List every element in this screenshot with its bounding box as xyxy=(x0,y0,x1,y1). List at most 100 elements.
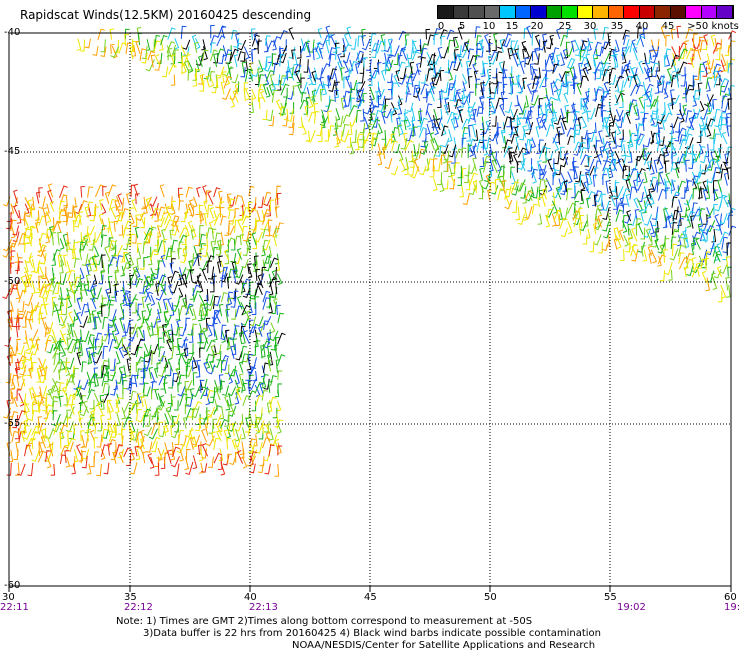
wind-barb xyxy=(727,63,733,74)
wind-barb xyxy=(335,47,341,60)
wind-barb xyxy=(505,195,511,207)
wind-barb xyxy=(274,74,281,86)
wind-barb xyxy=(726,113,731,124)
wind-barb xyxy=(713,167,720,180)
wind-barb xyxy=(466,68,472,82)
wind-barb xyxy=(405,115,412,128)
wind-barb xyxy=(159,184,165,198)
wind-barb xyxy=(524,45,530,59)
wind-barb xyxy=(677,199,683,213)
wind-barb xyxy=(59,238,65,250)
wind-barb xyxy=(608,144,614,158)
wind-barb xyxy=(10,250,16,261)
wind-barb xyxy=(545,177,553,192)
wind-barb xyxy=(220,273,228,283)
wind-barb xyxy=(437,172,443,186)
wind-barb xyxy=(15,441,20,456)
wind-barb xyxy=(87,186,94,198)
wind-barb xyxy=(234,235,241,247)
wind-barb xyxy=(115,351,121,365)
wind-barb xyxy=(695,237,701,250)
wind-barb xyxy=(59,413,68,425)
wind-barb xyxy=(258,59,264,73)
wind-barb xyxy=(459,185,464,198)
wind-barb xyxy=(80,303,89,317)
wind-barb xyxy=(522,77,527,89)
wind-barb xyxy=(282,115,288,127)
wind-barb xyxy=(178,429,185,443)
wind-barb xyxy=(298,116,304,128)
wind-barb xyxy=(613,199,618,210)
wind-barb xyxy=(79,315,88,328)
wind-barb xyxy=(226,276,232,289)
wind-barb xyxy=(255,219,261,233)
wind-barb xyxy=(270,322,276,334)
wind-barb xyxy=(659,270,666,282)
wind-barb xyxy=(193,245,199,259)
wind-barb xyxy=(154,462,160,476)
wind-barb xyxy=(192,455,198,470)
wind-barb xyxy=(560,227,568,238)
wind-barb xyxy=(24,336,31,352)
wind-barb xyxy=(145,441,153,453)
wind-barb xyxy=(671,144,678,157)
wind-barb xyxy=(272,53,281,66)
wind-barb xyxy=(587,171,593,186)
wind-barb xyxy=(268,302,273,314)
wind-barb xyxy=(153,367,159,379)
wind-barb xyxy=(262,424,267,435)
wind-barb xyxy=(52,410,58,421)
wind-barb xyxy=(157,326,163,338)
wind-barb xyxy=(131,231,138,244)
wind-barb xyxy=(209,71,216,82)
wind-barb xyxy=(12,315,18,328)
wind-barb xyxy=(141,296,147,309)
wind-barb xyxy=(587,108,596,120)
wind-barb xyxy=(250,357,257,369)
wind-barb xyxy=(279,29,288,40)
wind-barb xyxy=(167,393,173,405)
wind-barb xyxy=(62,386,69,400)
wind-barb xyxy=(553,115,562,125)
wind-barb xyxy=(390,165,399,176)
wind-barb xyxy=(671,222,678,236)
wind-barb xyxy=(185,461,194,476)
wind-barb xyxy=(637,221,644,235)
wind-barb xyxy=(427,34,435,46)
wind-barb xyxy=(422,88,428,99)
wind-barb xyxy=(264,463,271,475)
wind-barb xyxy=(129,462,138,475)
wind-barb xyxy=(96,434,103,448)
wind-barb xyxy=(292,85,298,96)
wind-barb xyxy=(32,362,37,372)
wind-barb xyxy=(622,214,628,229)
wind-barb xyxy=(229,455,237,466)
wind-barb xyxy=(574,39,580,52)
wind-barb xyxy=(351,129,357,143)
wind-barb xyxy=(288,27,295,40)
wind-barb xyxy=(545,70,551,82)
wind-barb xyxy=(15,462,20,476)
wind-barb xyxy=(434,158,442,172)
wind-barb xyxy=(177,247,182,260)
wind-barb xyxy=(685,110,692,123)
wind-barb xyxy=(710,34,716,47)
wind-barb xyxy=(610,195,616,207)
wind-barb xyxy=(2,245,12,258)
wind-barb xyxy=(566,111,571,124)
wind-barb xyxy=(31,449,40,462)
time-label: 22:13 xyxy=(249,602,278,613)
wind-barb xyxy=(108,304,114,317)
wind-barb xyxy=(231,309,237,320)
lat-label: -50 xyxy=(4,276,21,287)
wind-barb xyxy=(267,381,273,393)
wind-barb xyxy=(586,197,591,209)
wind-barb xyxy=(96,463,102,477)
wind-barb xyxy=(605,73,611,84)
wind-barb xyxy=(553,151,560,165)
wind-barb xyxy=(139,281,146,294)
wind-barb xyxy=(699,39,707,53)
wind-barb xyxy=(629,167,638,179)
wind-barb xyxy=(89,399,95,410)
wind-barb xyxy=(276,400,282,412)
